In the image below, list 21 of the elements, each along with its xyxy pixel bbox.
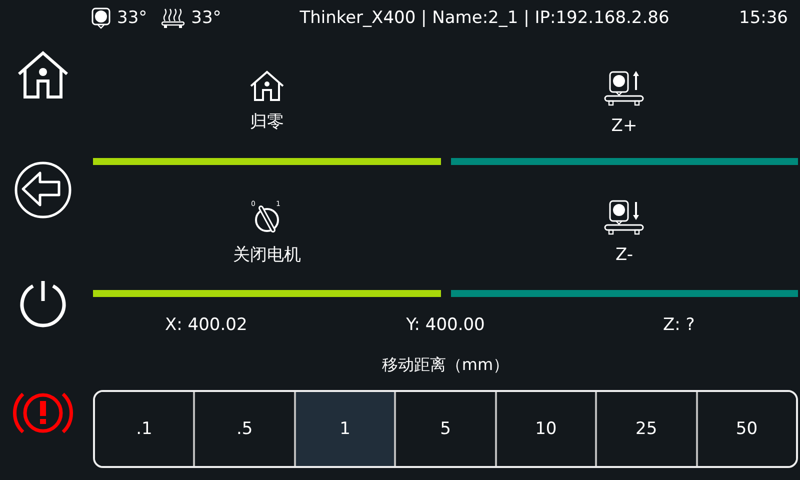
move-distance-label: 移动距离（mm） <box>380 355 510 376</box>
bed-down-icon <box>604 199 644 237</box>
axis-position: Z: ? <box>663 315 695 335</box>
z-move-button[interactable]: Z+ <box>450 64 798 165</box>
nozzle-icon <box>91 7 111 29</box>
distance-option[interactable]: 50 <box>696 392 796 466</box>
back-icon[interactable] <box>14 160 72 219</box>
distance-option[interactable]: 1 <box>294 392 394 466</box>
power-icon[interactable] <box>18 279 68 330</box>
nozzle-temperature: 33° <box>117 8 148 28</box>
home-axes-button[interactable]: 归零 <box>93 64 440 165</box>
clock: 15:36 <box>738 8 789 28</box>
bed-temperature: 33° <box>191 8 222 28</box>
home-icon[interactable] <box>16 50 70 100</box>
z-move-button[interactable]: Z- <box>450 193 798 297</box>
home-icon <box>248 70 285 102</box>
axis-position: Y: 400.00 <box>406 315 485 335</box>
axis-position: X: 400.02 <box>165 315 248 335</box>
bed-up-icon <box>604 70 644 108</box>
printer-info: Thinker_X400 | Name:2_1 | IP:192.168.2.86 <box>298 8 670 28</box>
heated-bed-icon <box>161 7 186 29</box>
